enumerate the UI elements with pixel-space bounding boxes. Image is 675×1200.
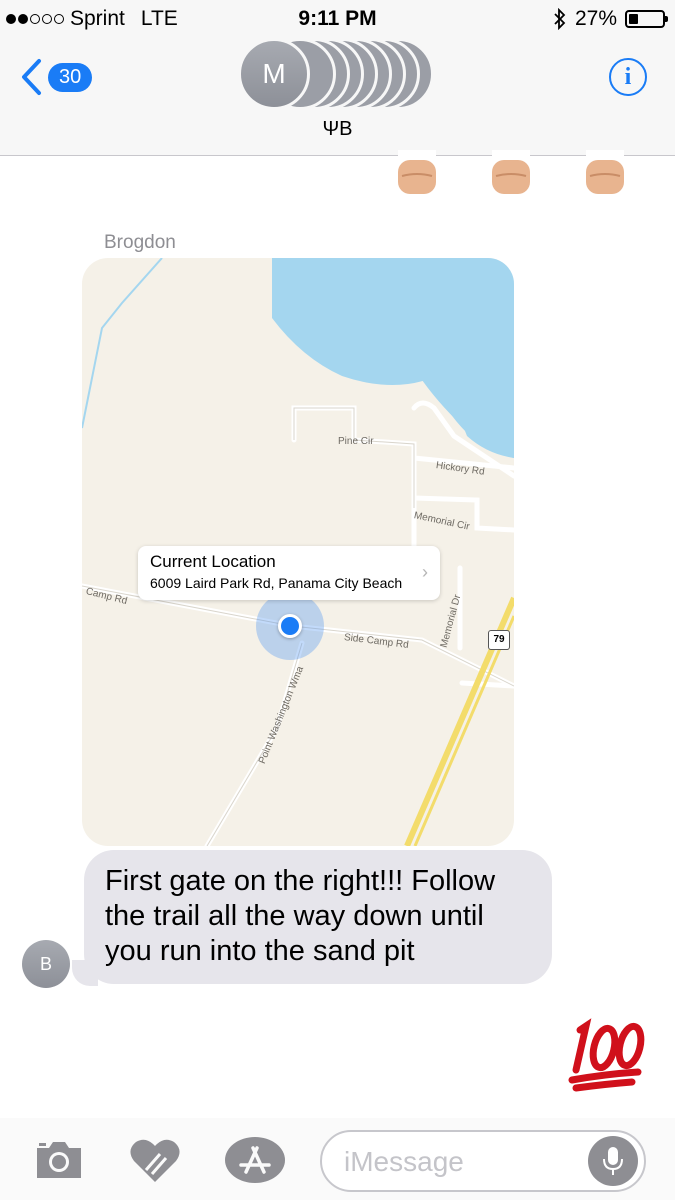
current-location-pin[interactable] [278, 614, 302, 638]
chevron-right-icon: › [422, 562, 428, 582]
message-input[interactable]: iMessage [320, 1130, 646, 1192]
message-line: you run into the sand pit [105, 935, 415, 967]
compose-bar: iMessage [0, 1118, 675, 1200]
app-store-icon[interactable] [224, 1136, 286, 1184]
camera-icon[interactable] [33, 1138, 85, 1180]
fist-emoji-icon [492, 150, 530, 194]
avatar[interactable]: B [22, 940, 70, 988]
battery-percent: 27% [574, 7, 617, 30]
battery-icon [625, 10, 668, 28]
location-map[interactable]: Pine Cir Hickory Rd Memorial Cir Camp Rd… [82, 258, 514, 846]
message-line: the trail all the way down until [105, 900, 484, 932]
microphone-icon [603, 1147, 623, 1175]
avatar: M [238, 38, 310, 110]
callout-title: Current Location [150, 552, 276, 571]
sender-name: Brogdon [104, 232, 176, 253]
group-name[interactable]: ΨΒ [0, 118, 675, 141]
digital-touch-icon[interactable] [128, 1136, 182, 1184]
location-callout[interactable]: Current Location 6009 Laird Park Rd, Pan… [138, 546, 440, 600]
fist-emoji-icon [586, 150, 624, 194]
info-button[interactable]: i [609, 58, 647, 96]
road-label: Pine Cir [338, 436, 374, 447]
hundred-points-emoji-icon [568, 1018, 645, 1092]
chevron-left-icon [22, 59, 41, 95]
message-input-placeholder: iMessage [344, 1146, 464, 1177]
microphone-button[interactable] [588, 1136, 638, 1186]
message-line: First gate on the right!!! Follow [105, 865, 496, 897]
fist-emoji-icon [398, 150, 436, 194]
bluetooth-icon [554, 8, 566, 30]
message-bubble[interactable]: First gate on the right!!! Follow the tr… [84, 850, 552, 984]
group-avatars[interactable]: M [238, 38, 438, 114]
status-bar: Sprint LTE 9:11 PM 27% [0, 0, 675, 38]
navigation-header: Sprint LTE 9:11 PM 27% 30 M ΨΒ i [0, 0, 675, 156]
callout-address: 6009 Laird Park Rd, Panama City Beach [150, 575, 403, 591]
battery-group: 27% [553, 7, 668, 31]
route-shield: 79 [488, 630, 510, 650]
unread-count-badge: 30 [48, 62, 93, 92]
back-button[interactable]: 30 [20, 58, 93, 96]
